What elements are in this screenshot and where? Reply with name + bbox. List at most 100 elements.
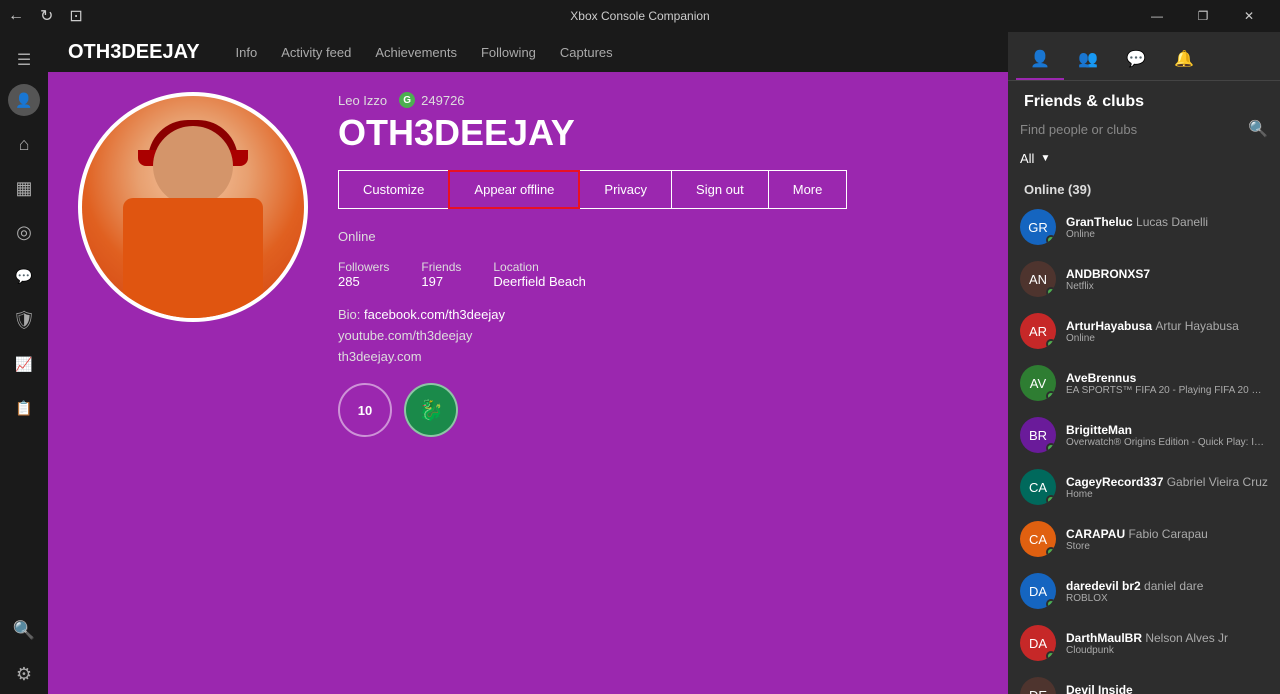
- friend-gamertag: ArturHayabusa Artur Hayabusa: [1066, 319, 1268, 333]
- friend-item[interactable]: AN ANDBRONXS7 Netflix: [1008, 253, 1280, 305]
- panel-tab-messages[interactable]: 💬: [1112, 40, 1160, 80]
- tab-captures[interactable]: Captures: [560, 41, 613, 64]
- friend-info: daredevil br2 daniel dare ROBLOX: [1066, 579, 1268, 604]
- profile-gamertag: OTH3DEEJAY: [338, 112, 978, 154]
- online-status-dot: [1046, 287, 1056, 297]
- save-btn[interactable]: ⊡: [69, 6, 82, 26]
- friend-item[interactable]: DA DarthMaulBR Nelson Alves Jr Cloudpunk: [1008, 617, 1280, 669]
- sidebar-item-messages[interactable]: 💬: [4, 256, 44, 296]
- online-status-dot: [1046, 547, 1056, 557]
- friend-info: ANDBRONXS7 Netflix: [1066, 267, 1268, 292]
- close-btn[interactable]: ✕: [1226, 0, 1272, 32]
- titlebar-nav: ← ↻ ⊡: [8, 6, 83, 26]
- search-icon[interactable]: 🔍: [1248, 119, 1268, 139]
- panel-tabs: 👤 👥 💬 🔔: [1008, 32, 1280, 81]
- top-nav: OTH3DEEJAY Info Activity feed Achievemen…: [48, 32, 1008, 72]
- right-panel: 👤 👥 💬 🔔 Friends & clubs 🔍 All ▼ Online (…: [1008, 32, 1280, 694]
- hamburger-menu[interactable]: ☰: [4, 40, 44, 80]
- friend-info: CageyRecord337 Gabriel Vieira Cruz Home: [1066, 475, 1268, 500]
- sidebar-item-home[interactable]: ⌂: [4, 124, 44, 164]
- tab-achievements[interactable]: Achievements: [375, 41, 457, 64]
- bio-line1[interactable]: facebook.com/th3deejay: [364, 307, 505, 322]
- gamerscore-value: 249726: [421, 93, 464, 108]
- privacy-button[interactable]: Privacy: [579, 170, 672, 209]
- friend-gamertag: CageyRecord337 Gabriel Vieira Cruz: [1066, 475, 1268, 489]
- friend-status: Netflix: [1066, 281, 1268, 292]
- online-status-dot: [1046, 443, 1056, 453]
- friends-list: GR GranTheluc Lucas Danelli Online AN AN…: [1008, 201, 1280, 694]
- customize-button[interactable]: Customize: [338, 170, 449, 209]
- profile-info: Leo Izzo G 249726 OTH3DEEJAY Customize A…: [338, 92, 978, 674]
- friend-gamertag: AveBrennus: [1066, 371, 1268, 385]
- sidebar-item-trending[interactable]: 📈: [4, 344, 44, 384]
- followers-count: 285: [338, 274, 389, 289]
- tab-following[interactable]: Following: [481, 41, 536, 64]
- profile-content: Leo Izzo G 249726 OTH3DEEJAY Customize A…: [48, 72, 1008, 694]
- panel-tab-social[interactable]: 👥: [1064, 40, 1112, 80]
- profile-status: Online: [338, 229, 978, 244]
- online-status-dot: [1046, 495, 1056, 505]
- friend-item[interactable]: DA daredevil br2 daniel dare ROBLOX: [1008, 565, 1280, 617]
- friend-avatar: DA: [1020, 573, 1056, 609]
- friends-stat: Friends 197: [421, 260, 461, 289]
- friend-info: DarthMaulBR Nelson Alves Jr Cloudpunk: [1066, 631, 1268, 656]
- friend-item[interactable]: GR GranTheluc Lucas Danelli Online: [1008, 201, 1280, 253]
- friend-status: EA SPORTS™ FIFA 20 - Playing FIFA 20 Car…: [1066, 385, 1268, 396]
- profile-real-name: Leo Izzo: [338, 93, 387, 108]
- friend-item[interactable]: DE Devil Inside Xbox app: [1008, 669, 1280, 694]
- sidebar-item-store[interactable]: ▦: [4, 168, 44, 208]
- restore-btn[interactable]: ❐: [1180, 0, 1226, 32]
- friend-gamertag: Devil Inside: [1066, 683, 1268, 694]
- friend-info: GranTheluc Lucas Danelli Online: [1066, 215, 1268, 240]
- friend-info: AveBrennus EA SPORTS™ FIFA 20 - Playing …: [1066, 371, 1268, 396]
- profile-name-row: Leo Izzo G 249726: [338, 92, 978, 108]
- friend-avatar: CA: [1020, 521, 1056, 557]
- online-status-dot: [1046, 651, 1056, 661]
- friend-item[interactable]: AR ArturHayabusa Artur Hayabusa Online: [1008, 305, 1280, 357]
- friend-item[interactable]: AV AveBrennus EA SPORTS™ FIFA 20 - Playi…: [1008, 357, 1280, 409]
- tab-activity-feed[interactable]: Activity feed: [281, 41, 351, 64]
- sidebar-item-clubs[interactable]: 🛡: [4, 300, 44, 340]
- profile-badges: 10 🐉: [338, 383, 978, 437]
- back-btn[interactable]: ←: [8, 7, 24, 25]
- location-stat: Location Deerfield Beach: [493, 260, 586, 289]
- more-button[interactable]: More: [768, 170, 848, 209]
- bio-line3[interactable]: th3deejay.com: [338, 349, 422, 364]
- sidebar-item-achievements[interactable]: ◎: [4, 212, 44, 252]
- sidebar-item-lfg[interactable]: 📋: [4, 388, 44, 428]
- tab-info[interactable]: Info: [236, 41, 258, 64]
- friend-gamertag: GranTheluc Lucas Danelli: [1066, 215, 1268, 229]
- friend-item[interactable]: CA CARAPAU Fabio Carapau Store: [1008, 513, 1280, 565]
- refresh-btn[interactable]: ↻: [40, 6, 53, 26]
- bio-line2[interactable]: youtube.com/th3deejay: [338, 328, 472, 343]
- friend-gamertag: BrigitteMan: [1066, 423, 1268, 437]
- minimize-btn[interactable]: —: [1134, 0, 1180, 32]
- panel-search: 🔍: [1008, 119, 1280, 147]
- panel-tab-friends[interactable]: 👤: [1016, 40, 1064, 80]
- sign-out-button[interactable]: Sign out: [671, 170, 769, 209]
- location-value: Deerfield Beach: [493, 274, 586, 289]
- friend-status: Online: [1066, 229, 1268, 240]
- friends-label: Friends: [421, 260, 461, 274]
- sidebar-item-settings[interactable]: ⚙: [4, 654, 44, 694]
- filter-label: All: [1020, 151, 1034, 166]
- online-status-dot: [1046, 391, 1056, 401]
- friend-avatar: AV: [1020, 365, 1056, 401]
- user-avatar-sidebar[interactable]: 👤: [8, 84, 40, 116]
- online-status-dot: [1046, 599, 1056, 609]
- panel-filter[interactable]: All ▼: [1008, 147, 1280, 174]
- friend-item[interactable]: BR BrigitteMan Overwatch® Origins Editio…: [1008, 409, 1280, 461]
- friend-status: Overwatch® Origins Edition - Quick Play:…: [1066, 437, 1268, 448]
- friend-gamertag: CARAPAU Fabio Carapau: [1066, 527, 1268, 541]
- titlebar-title: Xbox Console Companion: [570, 9, 709, 23]
- friends-count: 197: [421, 274, 461, 289]
- appear-offline-button[interactable]: Appear offline: [448, 170, 580, 209]
- titlebar-controls: — ❐ ✕: [1134, 0, 1272, 32]
- profile-nav-title: OTH3DEEJAY: [68, 41, 200, 64]
- search-input[interactable]: [1020, 122, 1240, 137]
- friend-info: Devil Inside Xbox app: [1066, 683, 1268, 694]
- titlebar: ← ↻ ⊡ Xbox Console Companion — ❐ ✕: [0, 0, 1280, 32]
- friend-item[interactable]: CA CageyRecord337 Gabriel Vieira Cruz Ho…: [1008, 461, 1280, 513]
- sidebar-item-search[interactable]: 🔍: [4, 610, 44, 650]
- panel-tab-notifications[interactable]: 🔔: [1160, 40, 1208, 80]
